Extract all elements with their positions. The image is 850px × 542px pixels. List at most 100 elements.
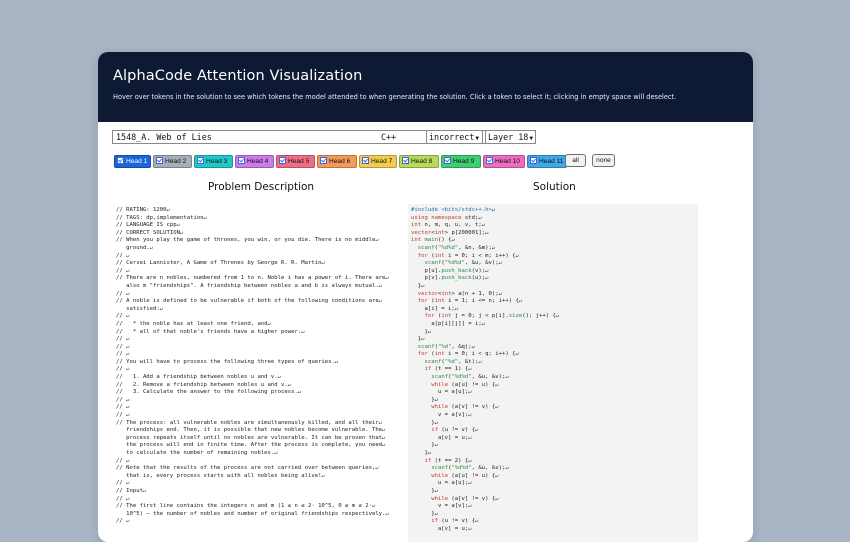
page-instructions: Hover over tokens in the solution to see… [113, 93, 677, 101]
head-toggle-label: Head 9 [453, 158, 475, 165]
solution-line[interactable]: while (a[u] != u) {↵ [411, 473, 698, 481]
problem-line: satisfied:↵ [116, 305, 164, 312]
solution-line[interactable]: u = a[u];↵ [411, 389, 698, 397]
head-toggle-4[interactable]: Head 4 [235, 155, 274, 168]
layer-select[interactable]: Layer 18▼ [485, 130, 536, 144]
solution-line[interactable]: u = a[u];↵ [411, 480, 698, 488]
head-toggle-5[interactable]: Head 5 [276, 155, 315, 168]
solution-line[interactable]: a[v] = u;↵ [411, 435, 698, 443]
solution-line[interactable]: #include <bits/stdc++.h>↵ [411, 207, 698, 215]
head-toggle-8[interactable]: Head 8 [399, 155, 439, 168]
solution-line[interactable]: }↵ [411, 511, 698, 519]
solution-line[interactable]: for (int j = 0; j < p[i].size(); j++) {↵ [411, 313, 698, 321]
solution-line[interactable]: int n, m, q, u, v, t;↵ [411, 222, 698, 230]
solution-line[interactable]: a[v] = u;↵ [411, 526, 698, 534]
head-toggle-9[interactable]: Head 9 [441, 155, 481, 168]
problem-line: // ↵ [116, 351, 130, 358]
solution-line[interactable]: scanf("%d%d", &u, &v);↵ [411, 374, 698, 382]
select-all-heads-button[interactable]: all [565, 154, 586, 167]
page-title: AlphaCode Attention Visualization [113, 68, 363, 84]
solution-line[interactable]: if (t == 1) {↵ [411, 366, 698, 374]
solution-line[interactable]: vector<int> p[200001];↵ [411, 230, 698, 238]
head-toggle-11[interactable]: Head 11 [527, 155, 567, 168]
head-toggle-label: Head 7 [371, 158, 393, 165]
solution-line[interactable]: scanf("%d%d", &u, &v);↵ [411, 465, 698, 473]
problem-line: // TAGS: dp,implementation↵ [116, 214, 207, 221]
solution-line[interactable]: scanf("%d%d", &u, &v);↵ [411, 260, 698, 268]
checkbox-checked-icon [156, 156, 163, 164]
checkbox-checked-icon [238, 156, 245, 164]
solution-line[interactable]: while (a[v] != v) {↵ [411, 404, 698, 412]
solution-line[interactable]: if (u != v) {↵ [411, 427, 698, 435]
solution-line[interactable]: }↵ [411, 283, 698, 291]
solution-line[interactable]: a[p[i][j]] = i;↵ [411, 321, 698, 329]
checkbox-checked-icon [117, 156, 124, 164]
problem-line: // When you play the game of thrones, yo… [116, 237, 379, 244]
problem-description-panel: // RATING: 1200↵// TAGS: dp,implementati… [116, 207, 401, 542]
problem-line: process repeats itself until no nobles a… [116, 434, 386, 441]
solution-line[interactable]: }↵ [411, 397, 698, 405]
solution-line[interactable]: for (int i = 0; i < q; i++) {↵ [411, 351, 698, 359]
solution-line[interactable]: for (int i = 1; i <= n; i++) {↵ [411, 298, 698, 306]
head-toggle-1[interactable]: Head 1 [114, 155, 151, 168]
problem-line: // ↵ [116, 267, 130, 274]
problem-line: friendships end. Then, it is possible th… [116, 427, 386, 434]
head-toggle-6[interactable]: Head 6 [317, 155, 357, 168]
solution-code-panel[interactable]: #include <bits/stdc++.h>↵ using namespace… [408, 204, 698, 542]
solution-line[interactable]: for (int i = 0; i < m; i++) {↵ [411, 253, 698, 261]
problem-line: 10^5) — the number of nobles and number … [116, 510, 389, 517]
problem-line: // LANGUAGE IS cpp↵ [116, 222, 180, 229]
problem-line: // 1. Add a friendship between nobles u … [116, 374, 282, 381]
head-toggle-2[interactable]: Head 2 [153, 155, 192, 168]
head-toggle-label: Head 10 [495, 158, 520, 165]
checkbox-checked-icon [444, 156, 451, 164]
solution-line[interactable]: scanf("%d%d", &n, &m);↵ [411, 245, 698, 253]
solution-line[interactable]: if (u != v) {↵ [411, 518, 698, 526]
problem-line: // ↵ [116, 313, 130, 320]
problem-line: // CORRECT SOLUTION↵ [116, 229, 184, 236]
problem-line: // ↵ [116, 343, 130, 350]
problem-line: // You will have to process the followin… [116, 358, 339, 365]
solution-line[interactable]: while (a[u] != u) {↵ [411, 382, 698, 390]
select-no-heads-button[interactable]: none [592, 154, 615, 167]
correctness-select[interactable]: incorrect▼ [426, 130, 483, 144]
solution-line[interactable]: vector<int> a(n + 1, 0);↵ [411, 291, 698, 299]
correctness-value: incorrect [429, 132, 475, 142]
solution-line[interactable]: }↵ [411, 420, 698, 428]
checkbox-checked-icon [402, 156, 409, 164]
head-toggle-label: Head 6 [329, 158, 351, 165]
problem-line: // ↵ [116, 412, 130, 419]
checkbox-checked-icon [320, 156, 327, 164]
solution-line[interactable]: while (a[v] != v) {↵ [411, 496, 698, 504]
solution-line[interactable]: scanf("%d", &t);↵ [411, 359, 698, 367]
head-toggle-3[interactable]: Head 3 [194, 155, 233, 168]
solution-line[interactable]: }↵ [411, 450, 698, 458]
solution-line[interactable]: p[u].push_back(v);↵ [411, 268, 698, 276]
solution-line[interactable]: }↵ [411, 329, 698, 337]
solution-line[interactable]: }↵ [411, 336, 698, 344]
problem-line: // ↵ [116, 290, 130, 297]
head-toggle-label: Head 1 [126, 158, 148, 165]
solution-line[interactable]: if (t == 2) {↵ [411, 458, 698, 466]
problem-name: 1548_A. Web of Lies [116, 132, 212, 142]
solution-line[interactable]: a[i] = i;↵ [411, 306, 698, 314]
head-toggle-10[interactable]: Head 10 [483, 155, 525, 168]
solution-line[interactable]: }↵ [411, 488, 698, 496]
problem-line: // * all of that noble's friends have a … [116, 328, 305, 335]
problem-line: // * the noble has at least one friend, … [116, 320, 271, 327]
head-toggle-label: Head 3 [206, 158, 228, 165]
problem-line: // Input↵ [116, 487, 147, 494]
solution-line[interactable]: scanf("%d", &q);↵ [411, 344, 698, 352]
problem-line: // There are n nobles, numbered from 1 t… [116, 275, 389, 282]
head-toggle-label: Head 2 [165, 158, 187, 165]
head-toggle-label: Head 4 [247, 158, 269, 165]
solution-line[interactable]: v = a[v];↵ [411, 503, 698, 511]
solution-line[interactable]: int main() {↵ [411, 237, 698, 245]
solution-line[interactable]: v = a[v];↵ [411, 412, 698, 420]
solution-line[interactable]: }↵ [411, 442, 698, 450]
solution-line[interactable]: p[v].push_back(u);↵ [411, 275, 698, 283]
head-toggle-7[interactable]: Head 7 [359, 155, 397, 168]
problem-line: // Cersei Lannister, A Game of Thrones b… [116, 260, 325, 267]
problem-line: // Note that the results of the process … [116, 465, 379, 472]
solution-line[interactable]: using namespace std;↵ [411, 215, 698, 223]
